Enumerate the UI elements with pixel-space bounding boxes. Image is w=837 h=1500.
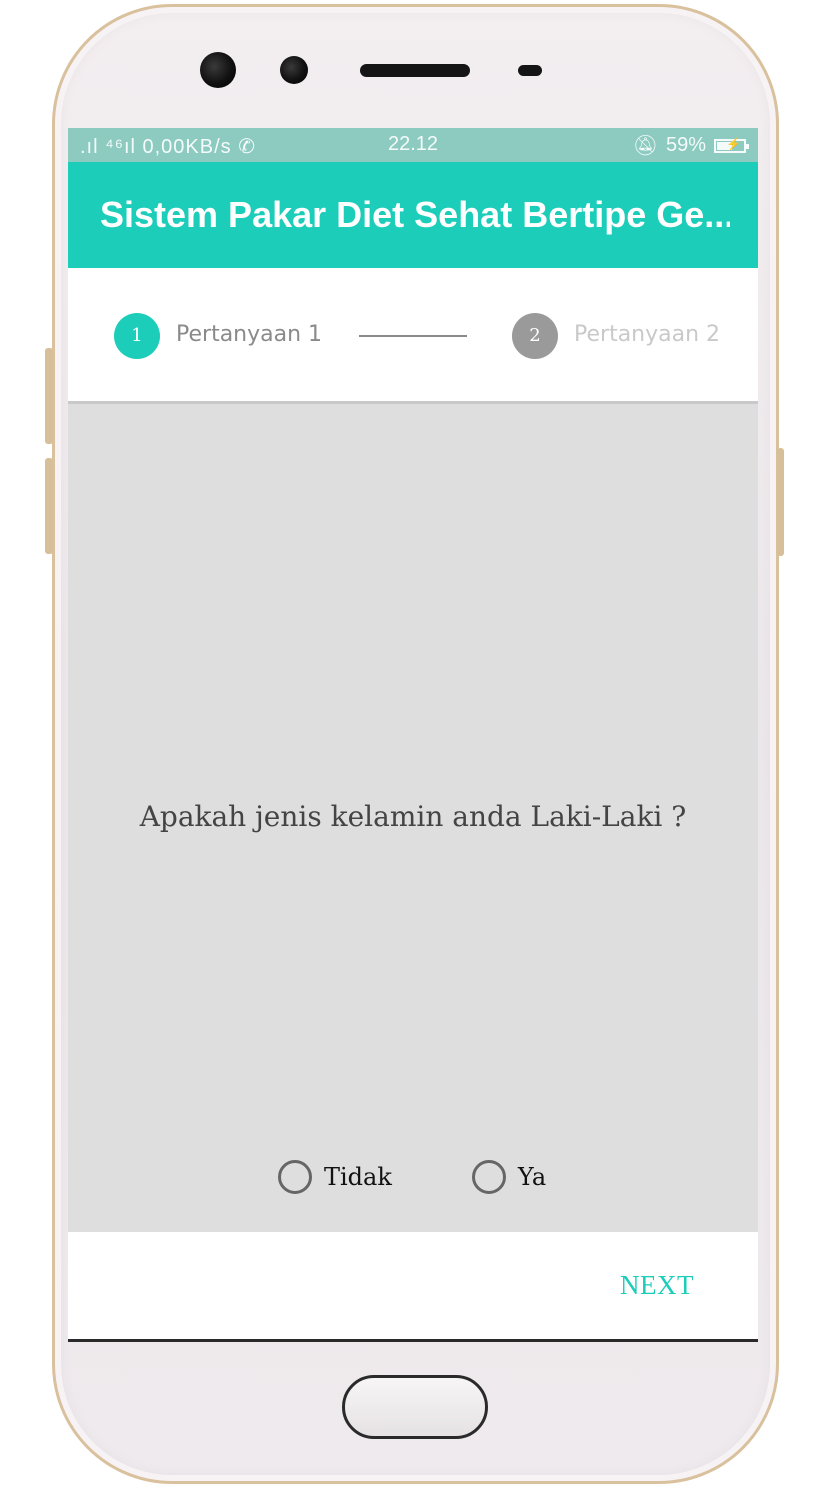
step-1-label[interactable]: Pertanyaan 1: [176, 322, 322, 347]
option-tidak-label: Tidak: [324, 1163, 392, 1191]
answer-options: Tidak Ya: [278, 1160, 546, 1194]
app-title: Sistem Pakar Diet Sehat Bertipe Ge...: [100, 194, 730, 235]
status-right-group: 🔕︎ 59% ⚡: [632, 133, 749, 158]
volume-down-button: [45, 458, 53, 554]
status-bar: .ıl ⁴⁶ıl 0,00KB/s ✆ 22.12 🔕︎ 59% ⚡: [68, 128, 758, 162]
radio-tidak[interactable]: [278, 1160, 312, 1194]
mute-icon: 🔕︎: [632, 135, 658, 157]
option-tidak[interactable]: Tidak: [278, 1160, 392, 1194]
proximity-sensor: [518, 65, 542, 76]
power-button: [777, 448, 784, 556]
next-button[interactable]: NEXT: [620, 1270, 694, 1301]
front-sensor-camera: [280, 56, 308, 84]
step-connector: [359, 335, 467, 337]
step-2-indicator[interactable]: 2: [512, 313, 558, 359]
option-ya[interactable]: Ya: [471, 1160, 547, 1194]
option-ya-label: Ya: [517, 1163, 547, 1191]
phone-screen: .ıl ⁴⁶ıl 0,00KB/s ✆ 22.12 🔕︎ 59% ⚡ Siste…: [68, 128, 758, 1342]
step-1-indicator[interactable]: 1: [114, 313, 160, 359]
battery-percent: 59%: [665, 134, 706, 156]
home-button: [342, 1375, 488, 1439]
stepper: 1 Pertanyaan 1 2 Pertanyaan 2: [68, 268, 758, 404]
earpiece-speaker: [360, 64, 470, 77]
footer-bar: NEXT: [68, 1232, 758, 1339]
step-2-label[interactable]: Pertanyaan 2: [574, 322, 720, 347]
volume-up-button: [45, 348, 53, 444]
radio-ya[interactable]: [471, 1160, 506, 1194]
app-bar: Sistem Pakar Diet Sehat Bertipe Ge...: [68, 162, 758, 268]
charging-icon: ⚡: [726, 136, 741, 151]
front-camera: [200, 52, 236, 88]
battery-icon: ⚡: [714, 136, 749, 153]
question-text: Apakah jenis kelamin anda Laki-Laki ?: [139, 800, 687, 833]
